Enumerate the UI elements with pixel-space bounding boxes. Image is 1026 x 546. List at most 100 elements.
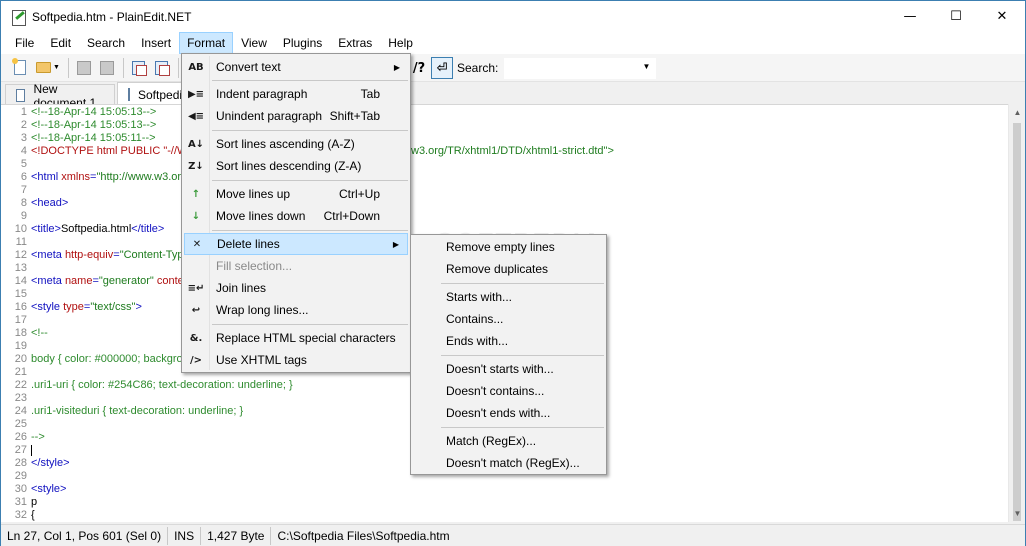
submenu-item-doesnt-start-with[interactable]: Doesn't starts with... — [413, 358, 604, 380]
line-text: <meta http-equiv="Content-Typ — [31, 249, 184, 261]
menu-separator — [441, 427, 604, 428]
line-text: <!-- — [31, 327, 48, 339]
submenu-item-label: Contains... — [446, 312, 504, 326]
open-dropdown-icon[interactable]: ▼ — [53, 64, 60, 71]
minimize-button[interactable]: — — [887, 1, 933, 32]
menu-item-move-lines-down[interactable]: ↓ Move lines down Ctrl+Down — [184, 205, 408, 227]
menu-item-delete-lines[interactable]: ✕ Delete lines ▶ — [184, 233, 408, 255]
paste-button[interactable] — [151, 57, 173, 79]
menu-item-move-lines-up[interactable]: ↑ Move lines up Ctrl+Up — [184, 183, 408, 205]
line-number: 22 — [14, 379, 27, 391]
file-size: 1,427 Byte — [201, 526, 272, 545]
menu-help[interactable]: Help — [380, 32, 421, 54]
line-number: 7 — [20, 184, 27, 196]
line-number: 17 — [14, 314, 27, 326]
delete-lines-icon: ✕ — [192, 238, 202, 250]
submenu-item-ends-with[interactable]: Ends with... — [413, 330, 604, 352]
line-number: 30 — [14, 483, 27, 495]
submenu-item-doesnt-match-regex[interactable]: Doesn't match (RegEx)... — [413, 452, 604, 474]
line-text — [31, 444, 32, 457]
submenu-item-match-regex[interactable]: Match (RegEx)... — [413, 430, 604, 452]
line-number: 9 — [20, 210, 27, 222]
word-wrap-button[interactable]: ⏎ — [431, 57, 453, 79]
menu-insert[interactable]: Insert — [133, 32, 179, 54]
file-path: C:\Softpedia Files\Softpedia.htm — [277, 528, 450, 543]
search-dropdown-icon[interactable]: ▼ — [642, 62, 650, 71]
menu-view[interactable]: View — [233, 32, 275, 54]
menu-item-convert-text[interactable]: AB Convert text ▶ — [184, 56, 408, 78]
menu-search[interactable]: Search — [79, 32, 133, 54]
submenu-item-doesnt-contain[interactable]: Doesn't contains... — [413, 380, 604, 402]
line-text: <meta name="generator" conte — [31, 275, 184, 287]
line-number: 26 — [14, 431, 27, 443]
text-cursor — [31, 444, 32, 456]
tab-new-document-1[interactable]: New document 1 — [5, 82, 115, 110]
line-number: 31 — [14, 496, 27, 508]
title-bar: Softpedia.htm - PlainEdit.NET — ☐ ✕ — [1, 1, 1025, 32]
xhtml-toggle-button[interactable]: /? — [408, 57, 430, 79]
menu-item-replace-html-special[interactable]: &. Replace HTML special characters — [184, 327, 408, 349]
line-number: 2 — [20, 119, 27, 131]
menu-file[interactable]: File — [7, 32, 42, 54]
menu-item-sort-descending[interactable]: Z↓ Sort lines descending (Z-A) — [184, 155, 408, 177]
submenu-item-remove-empty-lines[interactable]: Remove empty lines — [413, 236, 604, 258]
menu-item-indent-paragraph[interactable]: ▶≡ Indent paragraph Tab — [184, 83, 408, 105]
menu-item-join-lines[interactable]: ≡↵ Join lines — [184, 277, 408, 299]
close-button[interactable]: ✕ — [979, 1, 1025, 32]
line-text: <html xmlns="http://www.w3.or — [31, 171, 182, 183]
line-number: 24 — [14, 405, 27, 417]
submenu-item-contains[interactable]: Contains... — [413, 308, 604, 330]
menu-item-label: Delete lines — [217, 237, 280, 251]
menu-separator — [212, 230, 408, 231]
scroll-down-icon[interactable]: ▼ — [1009, 505, 1026, 522]
line-number: 16 — [14, 301, 27, 313]
search-input[interactable]: ▼ — [504, 57, 657, 79]
sort-ascending-icon: A↓ — [187, 138, 205, 150]
menu-extras[interactable]: Extras — [330, 32, 380, 54]
window-title: Softpedia.htm - PlainEdit.NET — [32, 9, 192, 24]
copy-button[interactable] — [128, 57, 150, 79]
tab-strip: New document 1 Softpedi — [1, 82, 1025, 110]
menu-separator — [212, 130, 408, 131]
app-window: Softpedia.htm - PlainEdit.NET — ☐ ✕ File… — [0, 0, 1026, 546]
line-text: <!--18-Apr-14 15:05:11--> — [31, 132, 156, 144]
join-lines-icon: ≡↵ — [187, 282, 205, 294]
line-text: <!--18-Apr-14 15:05:13--> — [31, 106, 157, 118]
menu-edit[interactable]: Edit — [42, 32, 79, 54]
scroll-up-icon[interactable]: ▲ — [1009, 104, 1026, 121]
copy-icon — [132, 60, 148, 76]
submenu-item-remove-duplicates[interactable]: Remove duplicates — [413, 258, 604, 280]
line-text: <style type="text/css"> — [31, 301, 142, 313]
menu-item-use-xhtml-tags[interactable]: /> Use XHTML tags — [184, 349, 408, 371]
menu-format[interactable]: Format — [179, 32, 234, 54]
line-number: 6 — [20, 171, 27, 183]
menu-item-wrap-long-lines[interactable]: ↩ Wrap long lines... — [184, 299, 408, 321]
tab-softpedia[interactable]: Softpedi — [117, 82, 187, 104]
save-all-button[interactable] — [96, 57, 118, 79]
line-number: 25 — [14, 418, 27, 430]
menu-item-sort-ascending[interactable]: A↓ Sort lines ascending (A-Z) — [184, 133, 408, 155]
window-controls: — ☐ ✕ — [887, 1, 1025, 32]
menu-item-shortcut: Ctrl+Up — [338, 187, 380, 201]
line-number: 12 — [14, 249, 27, 261]
xhtml-tag-icon: /> — [189, 354, 203, 366]
submenu-item-starts-with[interactable]: Starts with... — [413, 286, 604, 308]
submenu-item-label: Remove empty lines — [446, 240, 555, 254]
xhtml-icon: /? — [412, 60, 426, 76]
maximize-button[interactable]: ☐ — [933, 1, 979, 32]
save-button[interactable] — [73, 57, 95, 79]
menu-item-label: Sort lines descending (Z-A) — [216, 159, 362, 173]
submenu-arrow-icon: ▶ — [393, 62, 400, 72]
line-number: 27 — [14, 444, 27, 456]
submenu-arrow-icon: ▶ — [392, 239, 399, 249]
sort-descending-icon: Z↓ — [188, 160, 204, 172]
submenu-item-label: Doesn't match (RegEx)... — [446, 456, 580, 470]
vertical-scrollbar[interactable]: ▲ ▼ — [1008, 104, 1025, 522]
new-document-button[interactable] — [9, 57, 31, 79]
scroll-thumb[interactable] — [1013, 123, 1021, 521]
menu-item-unindent-paragraph[interactable]: ◀≡ Unindent paragraph Shift+Tab — [184, 105, 408, 127]
open-file-button[interactable] — [32, 57, 54, 79]
menu-plugins[interactable]: Plugins — [275, 32, 330, 54]
menu-item-label: Sort lines ascending (A-Z) — [216, 137, 355, 151]
submenu-item-doesnt-end-with[interactable]: Doesn't ends with... — [413, 402, 604, 424]
